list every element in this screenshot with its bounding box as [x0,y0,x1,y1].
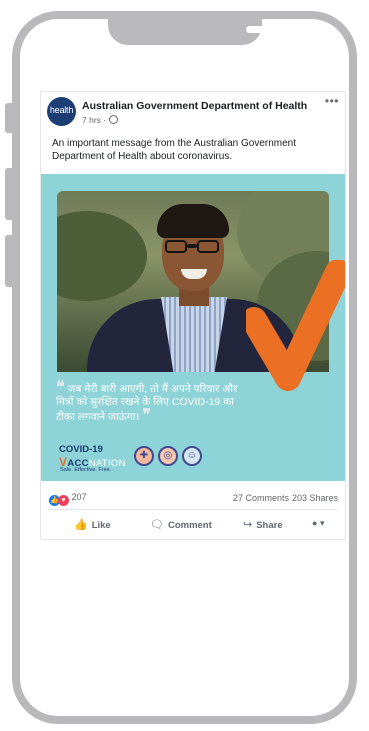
chevron-down-icon: ▾ [319,518,325,528]
post-image[interactable]: ❝ जब मेरी बारी आएगी, तो मैं अपने परिवार … [41,174,345,481]
post-time[interactable]: 7 hrs · [82,115,106,125]
love-reaction-icon: ♥ [58,495,69,506]
comments-count[interactable]: 27 Comments [233,493,289,503]
thumbs-up-icon: 👍 [74,519,88,531]
quote-open-icon: ❝ [56,379,65,396]
share-arrow-icon: ↪ [243,519,253,531]
vaccine-vial-icon: ✚ [134,446,154,466]
phone-notch [108,11,331,45]
comment-bubble-icon: 🗨 [150,519,164,531]
hindi-quote: ❝ जब मेरी बारी आएगी, तो मैं अपने परिवार … [56,379,246,424]
post-meta: 7 hrs · [82,115,119,125]
globe-care-icon: ◎ [158,446,178,466]
speaker-grille [246,26,306,33]
front-camera [320,24,331,35]
reactions-count: 207 [71,492,87,502]
shares-count[interactable]: 203 Shares [292,493,338,503]
comment-button[interactable]: 🗨 Comment [150,518,212,531]
more-dots-icon[interactable]: ••• [325,94,339,108]
mute-switch [5,103,12,133]
reactions-summary[interactable]: 👍 ♥ 207 [49,492,87,506]
logo-covid-text: COVID-19 [59,444,103,455]
post-text: An important message from the Australian… [52,138,297,162]
profile-avatar-icon: ● [312,518,318,528]
volume-down-button [5,235,12,287]
page-avatar[interactable]: health [47,97,76,126]
people-icon: ☺ [182,446,202,466]
globe-icon [109,115,119,124]
glasses [165,240,221,254]
action-divider [49,509,337,510]
quote-close-icon: ❞ [142,407,151,424]
logo-tagline: Safe. Effective. Free. [60,467,112,473]
volume-up-button [5,168,12,220]
share-button[interactable]: ↪ Share [243,518,283,531]
reaction-selector[interactable]: ● ▾ [312,518,324,529]
like-button[interactable]: 👍 Like [74,518,111,531]
page-name-link[interactable]: Australian Government Department of Heal… [82,100,307,112]
facebook-post: health Australian Government Department … [40,91,346,540]
checkmark-tick-icon [246,260,345,391]
hair [157,204,229,238]
